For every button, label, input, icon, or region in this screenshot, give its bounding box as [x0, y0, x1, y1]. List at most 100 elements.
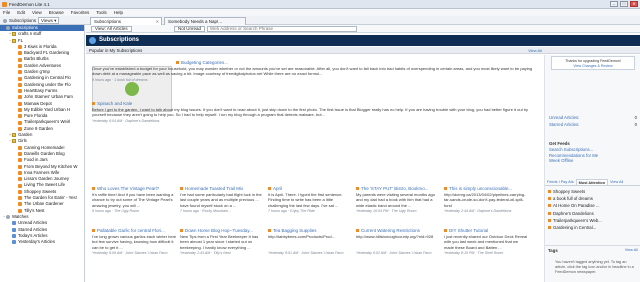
rss-feed-icon [18, 208, 22, 213]
article-summary: It is April. There. I typed the first se… [268, 192, 343, 208]
grid-article: April It is April. There. I typed the fir… [268, 185, 353, 225]
rss-feed-icon [18, 126, 22, 131]
article-meta: Yesterday 9:01 AM · John Starnes' Urban … [268, 251, 344, 255]
app-logo-icon [2, 2, 7, 7]
attention-feed-item[interactable]: Gardening in Central... [548, 224, 638, 231]
article-title[interactable]: This is simply unconscionable... [444, 185, 529, 191]
popular-bar: Popular in My Subscriptions View All [86, 47, 640, 54]
newspaper-content: Budgeting Categories... Once you've esta… [86, 55, 544, 282]
not-unread-button[interactable]: Not Unread [174, 26, 206, 32]
article-meta: 9 hours ago · The Ugly Room [92, 209, 140, 213]
toolbar: Subscriptions Views ▾ Subscriptions ✕ So… [0, 16, 640, 25]
menu-favorites[interactable]: Favorites [71, 9, 90, 16]
tab-somebody-needs-a-nap[interactable]: Somebody Needs a Nap!... [164, 17, 246, 25]
feed-name: Trailerparkqueen's Web... [553, 217, 602, 223]
feed-icon [444, 186, 447, 190]
rss-feed-icon [18, 196, 22, 201]
subscriptions-label: Subscriptions [9, 18, 37, 23]
article-meta: Yesterday 2:44 AM · Daphne's Dandelions [444, 209, 512, 213]
views-button[interactable]: Views ▾ [38, 17, 60, 24]
watch-icon [12, 227, 16, 232]
article-title[interactable]: Tea Bagging Supplies [268, 227, 353, 233]
attention-feed-item[interactable]: a book full of dreams [548, 195, 638, 202]
tree-item[interactable]: Yesterday's Articles [0, 239, 84, 245]
rss-feed-icon [18, 164, 22, 169]
article-title[interactable]: The 'STAY PUT' Bistro, Bookmo... [356, 185, 441, 191]
article-title-text: This is simply unconscionable... [449, 185, 513, 191]
rss-feed-icon [18, 63, 22, 68]
tab-subscriptions[interactable]: Subscriptions ✕ [90, 17, 162, 25]
tab-most-attention[interactable]: Most Attention [575, 179, 609, 185]
globe-icon [89, 37, 96, 44]
article-title[interactable]: Spinach and Kale [92, 100, 538, 106]
article-title[interactable]: Current Watering Restrictions [356, 227, 441, 233]
feed-icon [268, 228, 271, 232]
folder-icon [12, 139, 16, 144]
feed-icon [176, 60, 179, 64]
watch-icon [12, 233, 16, 238]
article-title-text: Who Loves The Vintage Pearl? [97, 185, 160, 191]
view-all-link[interactable]: View All [528, 47, 542, 54]
article-title[interactable]: Pallatable Garlic for central Flori... [92, 227, 177, 233]
upgrade-promo[interactable]: Thanks for upgrading FeedDemon! View Cha… [551, 56, 635, 70]
attention-feed-item[interactable]: At Home On Paradise ... [548, 202, 638, 209]
menu-view[interactable]: View [32, 9, 42, 16]
feed-icon [180, 186, 183, 190]
article-title-text: April [273, 185, 283, 191]
article-title-text: Budgeting Categories... [181, 59, 229, 65]
article-summary: I've had some particularly bad flight lu… [180, 192, 262, 208]
rss-feed-icon [18, 89, 22, 94]
address-search-input[interactable]: Web Address or Search Phrase [207, 26, 357, 32]
article-meta: Yesterday 6:02 AM · John Starnes' Urban … [356, 251, 432, 255]
stat-label: Starred Articles: [549, 121, 580, 127]
tab-view-all[interactable]: View All [608, 179, 625, 185]
article-meta: Yesterday 8:15 PM · The Shell Room [444, 251, 504, 255]
menu-file[interactable]: File [3, 9, 10, 16]
feed-icon [356, 228, 359, 232]
window-title: FeedDemon Lite 4.1 [9, 2, 50, 7]
close-button[interactable]: ✕ [630, 1, 638, 7]
tab-feeds-i-pay[interactable]: Feeds I Pay Ats [545, 179, 576, 185]
article-meta: 9 hours ago · 1 book full of dreams [92, 77, 148, 82]
article-meta: Yesterday 9:09 AM · John Starnes' Urban … [92, 251, 168, 255]
rss-feed-icon [18, 158, 22, 163]
starred-count-row[interactable]: Starred Articles: 0 [549, 122, 637, 129]
featured-article: Spinach and Kale Before I get to the gar… [92, 100, 538, 135]
menu-tools[interactable]: Tools [96, 9, 107, 16]
tab-label: Somebody Needs a Nap!... [168, 19, 223, 24]
attention-feed-item[interactable]: Shoppey Sweets [548, 188, 638, 195]
article-summary: http://tabbybees.com/Products/Prod... [268, 234, 335, 239]
menu-browse[interactable]: Browse [49, 9, 64, 16]
view-filter-dropdown[interactable]: View: All Articles [91, 26, 132, 32]
rss-feed-icon [18, 70, 22, 75]
tags-header: Tags View All [545, 246, 640, 255]
tab-label: Subscriptions [94, 19, 122, 24]
tags-heading: Tags [548, 248, 558, 253]
attention-feed-item[interactable]: Daphne's Dandelions [548, 210, 638, 217]
minimize-button[interactable]: – [610, 1, 618, 7]
feed-icon [92, 101, 95, 105]
article-summary: Once you've established a budget for you… [92, 66, 533, 77]
menu-edit[interactable]: Edit [17, 9, 25, 16]
feed-icon [268, 186, 271, 190]
article-meta: Yesterday 6:04 AM · Daphne's Dandelions [92, 118, 160, 123]
watch-icon [12, 221, 16, 226]
feed-icon [444, 228, 447, 232]
feed-icon [92, 186, 95, 190]
attention-feed-item[interactable]: Trailerparkqueen's Web... [548, 217, 638, 224]
grid-article: This is simply unconscionable... http://d… [444, 185, 529, 225]
article-title[interactable]: Who Loves The Vintage Pearl? [92, 185, 177, 191]
tags-view-all-link[interactable]: View All [625, 248, 638, 253]
article-summary: I just recently shared our Outdoor Deck … [444, 234, 528, 250]
menu-help[interactable]: Help [114, 9, 123, 16]
close-tab-icon[interactable]: ✕ [156, 18, 159, 25]
grid-article: DIY Shutter Tutorial I just recently shar… [444, 227, 529, 267]
article-title[interactable]: Down Home Blog Hop--Tuesday... [180, 227, 265, 233]
menu-bar: File Edit View Browse Favorites Tools He… [0, 9, 640, 16]
maximize-button[interactable]: □ [620, 1, 628, 7]
article-title[interactable]: Homemade Toasted Trail Mix [180, 185, 265, 191]
article-title[interactable]: DIY Shutter Tutorial [444, 227, 529, 233]
week-offline-link[interactable]: Week Offline [549, 158, 637, 164]
promo-link[interactable]: View Changes & Review [552, 64, 634, 68]
article-title[interactable]: April [268, 185, 353, 191]
